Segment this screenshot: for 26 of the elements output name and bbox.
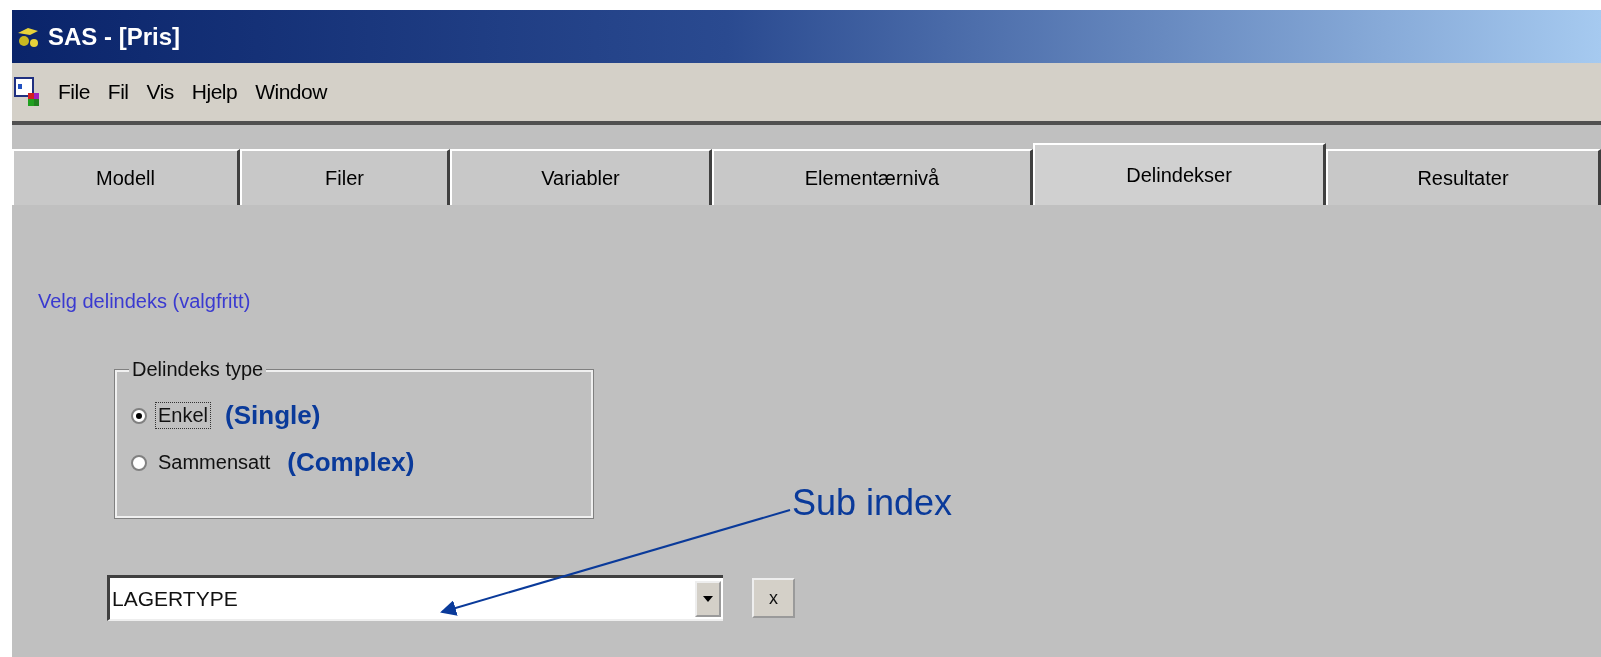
clear-button[interactable]: x — [752, 578, 795, 618]
tab[interactable]: Modell — [12, 149, 240, 205]
radio-button[interactable] — [131, 407, 147, 424]
callout-label: Sub index — [792, 482, 953, 524]
group-title: Delindeks type — [129, 358, 267, 381]
caret-icon — [703, 595, 713, 602]
dropdown-field[interactable]: LAGERTYPE — [107, 575, 723, 621]
annotation-text: (Single) — [225, 400, 321, 431]
tab[interactable]: Resultater — [1326, 149, 1601, 205]
dropdown-button[interactable] — [695, 580, 721, 617]
menu-item[interactable]: Vis — [146, 80, 174, 104]
tab[interactable]: Elementærnivå — [712, 149, 1033, 205]
tab[interactable]: Filer — [240, 149, 450, 205]
annotation-text: (Complex) — [287, 447, 415, 478]
option-label[interactable]: Sammensatt — [155, 449, 274, 476]
menu-item[interactable]: Window — [255, 80, 327, 104]
menu-item[interactable]: Hjelp — [191, 80, 238, 104]
radio-button[interactable] — [131, 454, 147, 471]
tab[interactable]: Variabler — [450, 149, 712, 205]
option-label[interactable]: Enkel — [155, 402, 212, 429]
tab[interactable]: Delindekser — [1033, 143, 1326, 205]
document-icon — [14, 77, 40, 107]
menu-item[interactable]: File — [58, 80, 90, 104]
section-label: Velg delindeks (valgfritt) — [38, 290, 251, 313]
menu-item[interactable]: Fil — [107, 80, 129, 104]
window-title: SAS - [Pris] — [48, 22, 181, 51]
